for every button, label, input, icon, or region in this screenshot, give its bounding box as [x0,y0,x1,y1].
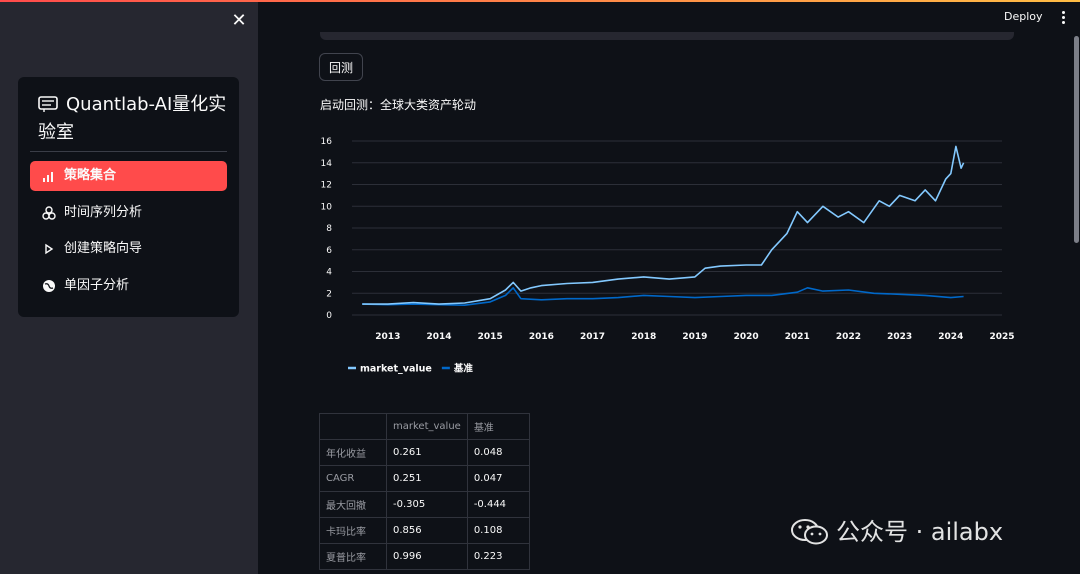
table-cell: 0.856 [386,517,468,544]
table-cell: 0.048 [466,439,530,466]
x-tick-label: 2015 [478,332,503,342]
row-label: 年化收益 [319,439,387,466]
nav-divider [30,151,227,152]
table-row: 年化收益 0.261 0.048 [319,439,530,466]
main-menu-icon[interactable] [1058,10,1068,26]
y-axis-ticks: 0 2 4 6 8 10 12 14 16 [321,137,333,321]
chart-series [362,145,965,306]
x-tick-label: 2018 [631,332,656,342]
y-tick-label: 6 [326,246,332,256]
x-axis-ticks: 2013 2014 2015 2016 2017 2018 2019 2020 2021 2022… [375,332,1014,342]
document-icon [38,96,58,112]
y-tick-label: 4 [326,268,332,278]
x-tick-label: 2016 [529,332,554,342]
app-title-text: Quantlab-AI量化实验室 [38,94,227,143]
app-title: Quantlab-AI量化实验室 [38,91,228,147]
x-tick-label: 2014 [426,332,451,342]
x-tick-label: 2023 [887,332,912,342]
y-tick-label: 14 [321,159,333,169]
y-tick-label: 10 [321,202,333,212]
series-line-market-value [362,145,965,305]
x-tick-label: 2021 [785,332,810,342]
nav-item-create-strategy-wizard[interactable]: 创建策略向导 [30,234,227,264]
table-cell: -0.305 [386,491,468,518]
row-label: 卡玛比率 [319,517,387,544]
table-row: 最大回撤 -0.305 -0.444 [319,491,530,518]
scrollbar[interactable] [1074,36,1079,243]
table-cell: 0.108 [466,517,530,544]
legend-label[interactable]: market_value [360,364,432,375]
sidebar: ✕ Quantlab-AI量化实验室 策略集合 时间序列分析 创建策略向导 单因… [0,2,258,574]
legend-label[interactable]: 基准 [453,363,474,375]
close-sidebar-button[interactable]: ✕ [229,11,249,31]
table-cell: 0.223 [466,543,530,570]
row-label: CAGR [319,465,387,492]
chart-legend[interactable]: market_value 基准 [348,363,473,375]
metrics-table: market_value 基准 年化收益 0.261 0.048 CAGR 0.… [319,413,530,570]
play-icon [45,243,54,255]
table-row: 卡玛比率 0.856 0.108 [319,517,530,544]
backtest-status-text: 启动回测：全球大类资产轮动 [320,98,477,112]
series-line-benchmark [362,287,964,306]
watermark: 公众号 · ailabx [790,512,1003,547]
nav-item-label: 单因子分析 [64,278,130,293]
row-label: 最大回撤 [319,491,387,518]
backtest-button[interactable]: 回测 [319,53,363,81]
x-tick-label: 2013 [375,332,400,342]
table-header-cell: market_value [386,413,468,440]
wechat-icon [791,519,828,545]
table-cell: 0.251 [386,465,468,492]
row-label: 夏普比率 [319,543,387,570]
y-tick-label: 12 [321,181,332,191]
x-tick-label: 2024 [938,332,963,342]
nav-item-label: 时间序列分析 [64,205,143,220]
performance-chart[interactable]: 0246810121416 2013 2014 2015 2016 2017 2018 20… [300,125,1030,385]
globe-icon [43,280,55,292]
y-tick-label: 16 [321,137,333,147]
table-cell: -0.444 [466,491,530,518]
nav-item-time-series[interactable]: 时间序列分析 [30,198,227,228]
nav-item-strategy-collection[interactable]: 策略集合 [30,161,227,191]
x-tick-label: 2022 [836,332,861,342]
nav-item-label: 策略集合 [64,168,117,183]
x-tick-label: 2025 [989,332,1014,342]
table-cell: 0.047 [466,465,530,492]
y-tick-label: 8 [326,224,332,234]
nav-item-single-factor[interactable]: 单因子分析 [30,271,227,301]
table-header-cell: 基准 [466,413,530,440]
bar-chart-icon [43,172,53,182]
molecule-icon [42,206,56,220]
nav-card: Quantlab-AI量化实验室 策略集合 时间序列分析 创建策略向导 单因子分… [18,77,239,317]
table-cell: 0.261 [386,439,468,466]
watermark-text: 公众号 · ailabx [836,518,1004,546]
table-row: 夏普比率 0.996 0.223 [319,543,530,570]
y-tick-label: 2 [326,289,332,299]
x-tick-label: 2020 [734,332,759,342]
table-cell: 0.996 [386,543,468,570]
x-tick-label: 2019 [682,332,707,342]
nav-item-label: 创建策略向导 [64,241,143,256]
chart-grid [352,140,1002,316]
content-top-strip [320,32,1014,40]
table-header-cell [319,413,387,440]
deploy-button[interactable]: Deploy [1004,10,1043,23]
x-tick-label: 2017 [580,332,605,342]
table-row: CAGR 0.251 0.047 [319,465,530,492]
y-tick-label: 0 [326,311,332,321]
table-header-row: market_value 基准 [319,413,530,440]
